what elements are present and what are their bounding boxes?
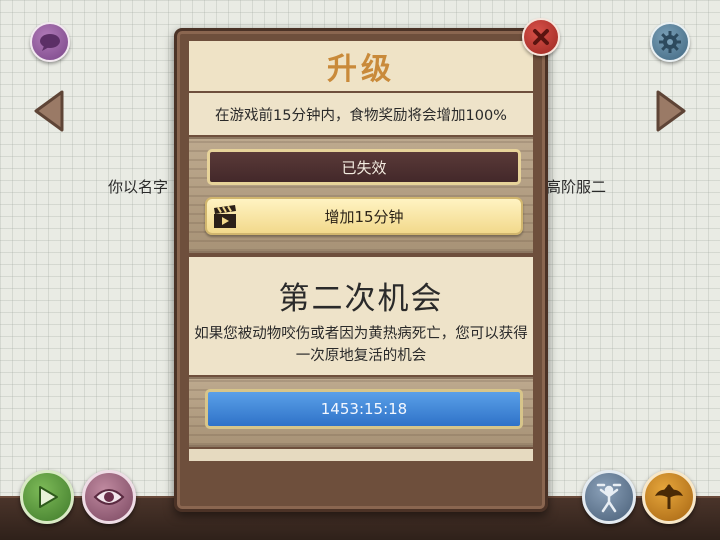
side-text-right: 高阶服二 <box>546 178 607 196</box>
emote-button[interactable] <box>582 470 636 524</box>
upgrade-dialog: 升级 在游戏前15分钟内，食物奖励将会增加100% 第二次机会 如果您被动物咬伤… <box>174 28 548 512</box>
view-button[interactable] <box>82 470 136 524</box>
second-chance-description: 如果您被动物咬伤或者因为黄热病死亡，您可以获得一次原地复活的机会 <box>194 326 528 364</box>
title-band: 升级 <box>189 41 533 91</box>
second-chance-band: 第二次机会 如果您被动物咬伤或者因为黄热病死亡，您可以获得一次原地复活的机会 <box>189 257 533 375</box>
revive-timer: 1453:15:18 <box>320 400 408 418</box>
second-chance-title: 第二次机会 <box>278 281 444 317</box>
upgrade-button[interactable] <box>642 470 696 524</box>
chat-button[interactable] <box>30 22 70 62</box>
clapperboard-icon <box>214 205 236 228</box>
close-icon <box>533 29 549 45</box>
gear-icon <box>659 31 681 53</box>
expired-label: 已失效 <box>341 158 387 177</box>
close-button[interactable] <box>522 18 560 56</box>
play-icon <box>39 486 58 508</box>
chat-icon <box>40 34 60 51</box>
bottom-band <box>189 449 533 461</box>
side-text-left: 你以名字 <box>108 178 169 196</box>
settings-button[interactable] <box>650 22 690 62</box>
dance-icon <box>596 483 622 513</box>
wings-icon <box>655 484 683 509</box>
add-15-minutes-button[interactable]: 增加15分钟 <box>205 197 523 235</box>
right-arrow-icon[interactable] <box>654 88 690 134</box>
expired-button[interactable]: 已失效 <box>207 149 521 185</box>
revive-timer-button[interactable]: 1453:15:18 <box>205 389 523 429</box>
eye-icon <box>93 489 125 505</box>
play-button[interactable] <box>20 470 74 524</box>
left-arrow-icon[interactable] <box>30 88 66 134</box>
description-band: 在游戏前15分钟内，食物奖励将会增加100% <box>189 93 533 135</box>
add-time-label: 增加15分钟 <box>324 207 404 226</box>
upgrade-description: 在游戏前15分钟内，食物奖励将会增加100% <box>215 107 507 124</box>
dialog-title: 升级 <box>327 52 395 87</box>
